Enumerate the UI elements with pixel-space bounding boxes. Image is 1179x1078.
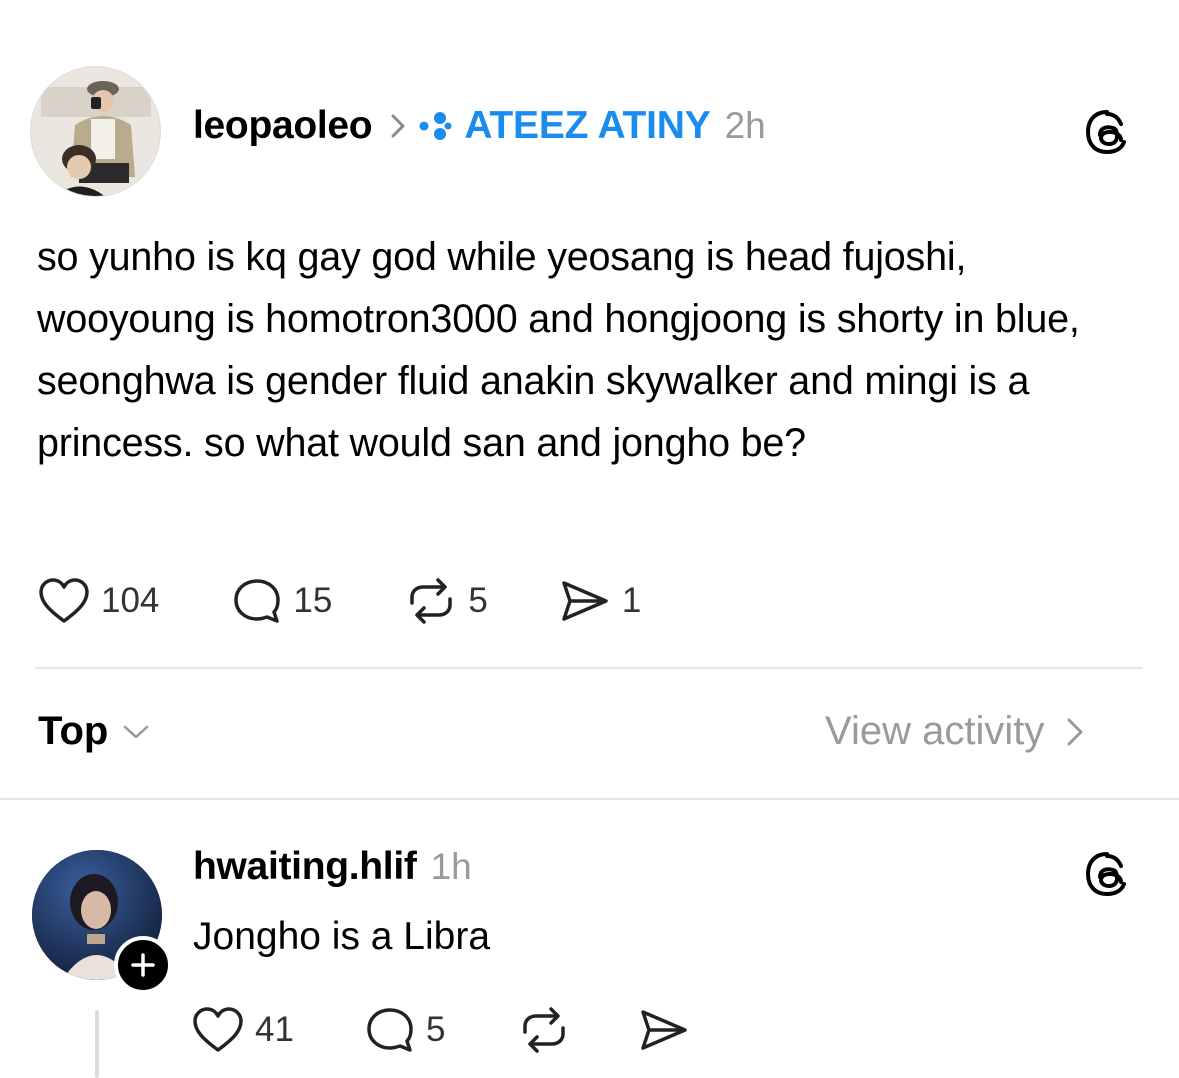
repost-icon — [517, 1006, 571, 1054]
reply-actions: 41 5 — [191, 1006, 691, 1054]
post-actions: 104 15 5 1 — [37, 577, 641, 625]
repost-count: 5 — [468, 581, 488, 620]
reply-count: 15 — [293, 581, 333, 620]
chevron-right-icon — [390, 113, 406, 139]
plus-icon — [130, 952, 156, 978]
thread-line — [95, 1010, 99, 1078]
heart-icon — [191, 1006, 245, 1054]
reply-time: 1h — [430, 846, 472, 887]
reply-button[interactable]: 15 — [231, 577, 332, 625]
chevron-down-icon — [122, 723, 150, 741]
community-dots-icon — [418, 111, 452, 141]
post-time: 2h — [724, 105, 766, 146]
view-activity-link[interactable]: View activity — [825, 709, 1084, 754]
repost-icon — [404, 577, 458, 625]
avatar-photo — [31, 67, 160, 196]
divider — [0, 798, 1179, 800]
divider — [35, 667, 1143, 669]
repost-button[interactable] — [517, 1006, 571, 1054]
sort-dropdown[interactable]: Top — [38, 709, 150, 754]
post-body: so yunho is kq gay god while yeosang is … — [37, 235, 1080, 465]
follow-button[interactable] — [114, 936, 172, 994]
chevron-right-icon — [1066, 717, 1084, 747]
share-button[interactable]: 1 — [558, 577, 641, 625]
share-button[interactable] — [637, 1006, 691, 1054]
community-link[interactable]: ATEEZ ATINY — [464, 104, 710, 148]
send-icon — [558, 577, 612, 625]
heart-icon — [37, 577, 91, 625]
post-username[interactable]: leopaoleo — [193, 104, 373, 148]
like-button[interactable]: 41 — [191, 1006, 294, 1054]
like-button[interactable]: 104 — [37, 577, 159, 625]
like-count: 104 — [101, 581, 160, 620]
threads-logo-icon[interactable] — [1083, 108, 1131, 156]
reply-body: Jongho is a Libra — [193, 915, 491, 958]
comment-icon — [364, 1006, 416, 1054]
like-count: 41 — [255, 1010, 294, 1049]
reply-username[interactable]: hwaiting.hlif — [193, 845, 417, 889]
share-count: 1 — [621, 581, 642, 620]
threads-logo-icon[interactable] — [1083, 850, 1131, 898]
reply-button[interactable]: 5 — [364, 1006, 445, 1054]
send-icon — [637, 1006, 691, 1054]
comment-icon — [231, 577, 283, 625]
view-activity-label: View activity — [825, 709, 1045, 753]
sort-label: Top — [38, 709, 109, 753]
reply-count: 5 — [425, 1010, 446, 1049]
post-header: leopaoleo ATEEZ ATINY 2h — [193, 104, 766, 148]
repost-button[interactable]: 5 — [404, 577, 488, 625]
avatar-leopaoleo[interactable] — [30, 66, 161, 197]
reply-header: hwaiting.hlif 1h — [193, 845, 472, 889]
